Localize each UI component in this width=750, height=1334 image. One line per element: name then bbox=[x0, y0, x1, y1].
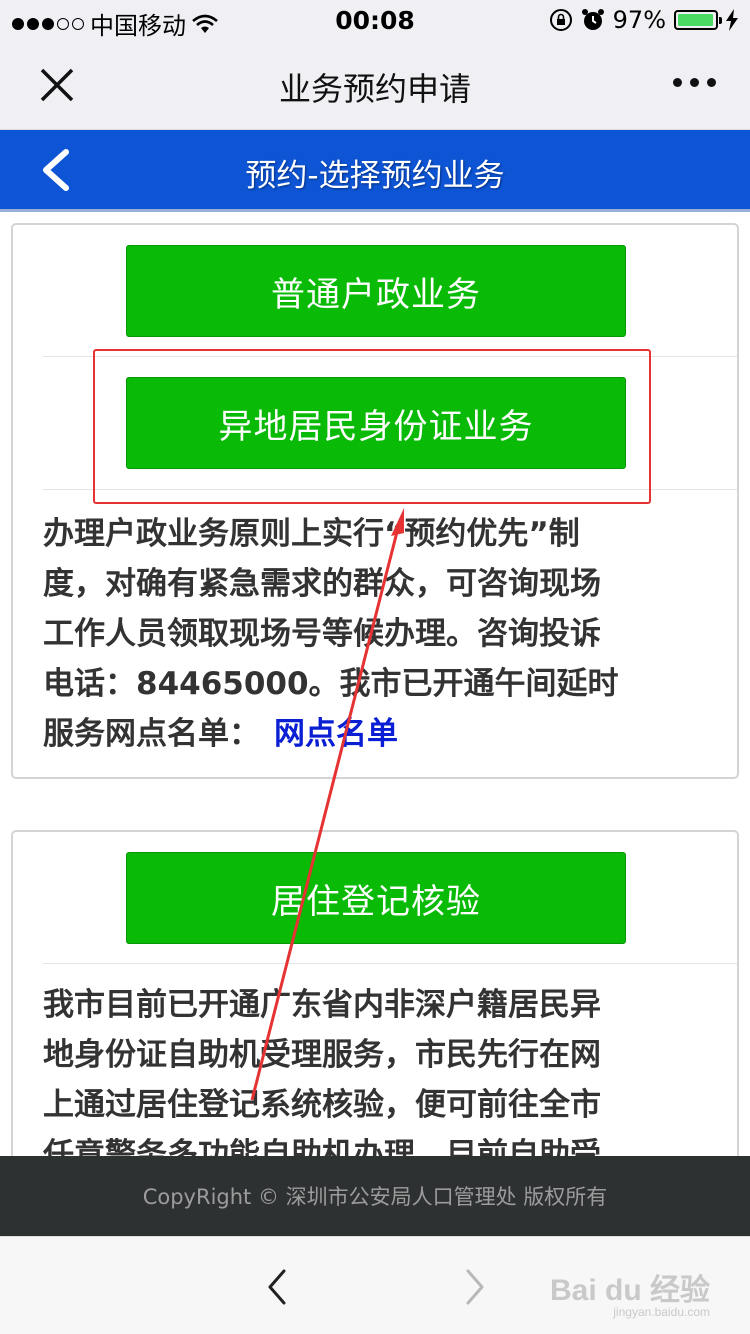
more-icon[interactable] bbox=[673, 78, 716, 87]
outlet-list-link[interactable]: 网点名单 bbox=[274, 716, 398, 752]
notice-line: 地身份证自助机受理服务，市民先行在网 bbox=[43, 1037, 601, 1073]
residence-verify-button[interactable]: 居住登记核验 bbox=[126, 852, 626, 944]
notice-line: 工作人员领取现场号等候办理。咨询投诉 bbox=[43, 616, 601, 652]
watermark-brand: Bai du 经验 bbox=[549, 1274, 710, 1307]
nav-title: 业务预约申请 bbox=[278, 70, 471, 108]
notice-line: 电话：84465000。我市已开通午间延时 bbox=[43, 666, 619, 702]
status-right: 97% bbox=[549, 6, 738, 34]
status-bar: 中国移动 00:08 97% bbox=[0, 0, 750, 40]
page-title: 预约-选择预约业务 bbox=[245, 158, 505, 194]
battery-percent: 97% bbox=[612, 6, 666, 34]
notice-line: 办理户政业务原则上实行“预约优先”制 bbox=[43, 516, 580, 552]
baidu-watermark: Bai du 经验 jingyan.baidu.com bbox=[550, 1265, 710, 1319]
divider bbox=[43, 963, 737, 964]
residence-notice: 我市目前已开通广东省内非深户籍居民异 地身份证自助机受理服务，市民先行在网 上通… bbox=[43, 980, 703, 1180]
browser-forward-icon[interactable] bbox=[460, 1267, 490, 1307]
copyright-footer: CopyRight © 深圳市公安局人口管理处 版权所有 bbox=[0, 1156, 750, 1236]
browser-toolbar: Bai du 经验 jingyan.baidu.com bbox=[0, 1236, 750, 1334]
notice-line: 度，对确有紧急需求的群众，可咨询现场 bbox=[43, 566, 601, 602]
notice-line: 服务网点名单： 网点名单 bbox=[43, 709, 703, 759]
annotation-highlight-box bbox=[93, 349, 651, 504]
household-notice: 办理户政业务原则上实行“预约优先”制 度，对确有紧急需求的群众，可咨询现场 工作… bbox=[43, 509, 703, 759]
nav-bar: 业务预约申请 bbox=[0, 40, 750, 130]
browser-back-icon[interactable] bbox=[262, 1267, 292, 1307]
notice-last-text: 服务网点名单： bbox=[43, 716, 260, 752]
notice-line: 我市目前已开通广东省内非深户籍居民异 bbox=[43, 987, 601, 1023]
battery-icon bbox=[674, 10, 722, 30]
watermark-url: jingyan.baidu.com bbox=[613, 1305, 710, 1319]
rotation-lock-icon bbox=[549, 9, 572, 31]
charging-icon bbox=[726, 9, 738, 31]
alarm-icon bbox=[581, 9, 604, 30]
notice-line: 上通过居住登记系统核验，便可前往全市 bbox=[43, 1087, 601, 1123]
page-header: 预约-选择预约业务 bbox=[0, 130, 750, 212]
general-household-button[interactable]: 普通户政业务 bbox=[126, 245, 626, 337]
service-card-residence: 居住登记核验 我市目前已开通广东省内非深户籍居民异 地身份证自助机受理服务，市民… bbox=[11, 830, 739, 1173]
